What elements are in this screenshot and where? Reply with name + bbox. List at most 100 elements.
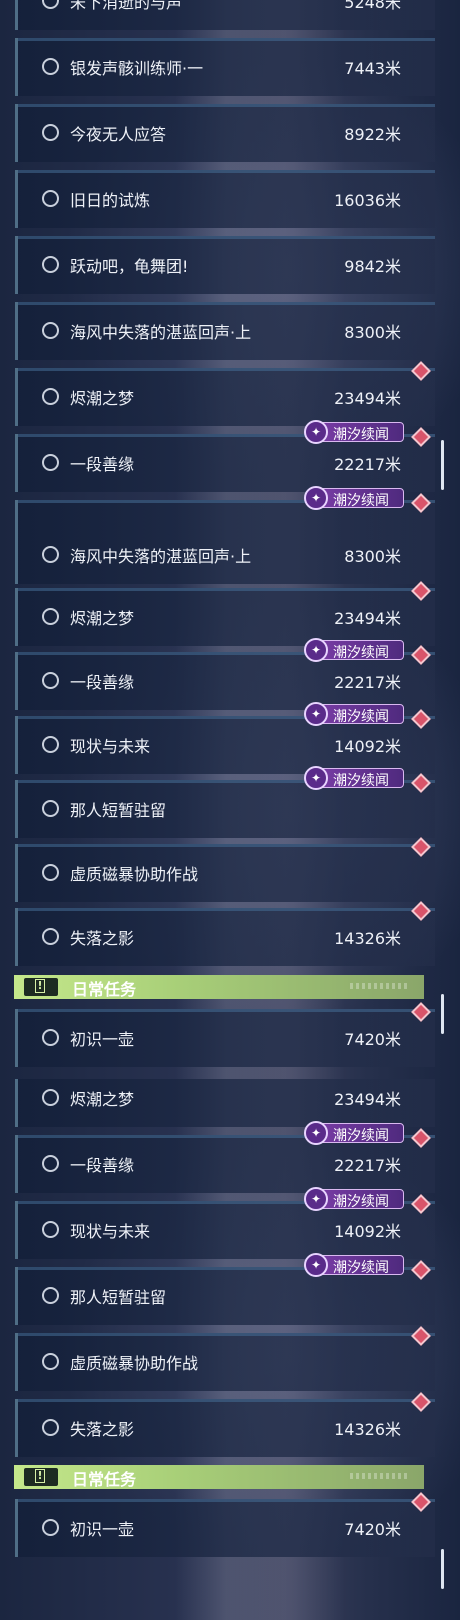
quest-name: 烬潮之梦 [70,609,135,628]
scrollbar-thumb[interactable] [441,440,444,490]
circle-outline-icon [42,672,59,689]
quest-name: 烬潮之梦 [70,1090,135,1109]
quest-row[interactable]: 未下消逝的与声 5248米 [15,0,435,30]
tag-label: 潮汐续闻 [333,773,389,789]
quest-name: 虚质磁暴协助作战 [70,1354,199,1373]
tide-story-tag: ✦ 潮汐续闻 [304,702,404,726]
circle-outline-icon [42,736,59,753]
quest-distance: 14326米 [334,1420,401,1439]
quest-row[interactable]: 跃动吧，龟舞团! 9842米 [15,236,435,294]
quest-list-panel-2: 海风中失落的湛蓝回声·上 8300米 烬潮之梦 23494米 ✦ 潮汐续闻 一段… [0,538,460,1079]
daily-header-label: 日常任务 [72,1470,137,1489]
quest-row[interactable]: 今夜无人应答 8922米 [15,104,435,162]
tag-label: 潮汐续闻 [333,1260,389,1276]
circle-outline-icon [42,800,59,817]
diamond-marker-icon [411,1128,431,1148]
quest-row[interactable]: 烬潮之梦 23494米 [15,1079,435,1127]
scrollbar-thumb[interactable] [441,994,444,1034]
circle-outline-icon [42,928,59,945]
quest-name: 初识一壶 [70,1030,135,1049]
quest-name: 现状与未来 [70,737,151,756]
quest-row[interactable]: 虚质磁暴协助作战 [15,837,435,902]
quest-row[interactable]: ✦ 潮汐续闻 一段善缘 22217米 [15,420,435,492]
diamond-marker-icon [411,1194,431,1214]
circle-outline-icon [42,1089,59,1106]
tide-badge-icon: ✦ [304,420,328,444]
circle-outline-icon [42,322,59,339]
quest-row[interactable]: ✦ 潮汐续闻 现状与未来 14092米 [15,702,435,774]
tide-badge-icon: ✦ [304,702,328,726]
quest-row[interactable]: 初识一壶 7420米 [15,1002,435,1067]
quest-distance: 22217米 [334,455,401,474]
quest-row[interactable]: 失落之影 14326米 [15,901,435,966]
circle-outline-icon [42,1287,59,1304]
circle-outline-icon [42,1221,59,1238]
tag-label: 潮汐续闻 [333,709,389,725]
quest-name: 虚质磁暴协助作战 [70,865,199,884]
circle-outline-icon [42,608,59,625]
quest-distance: 16036米 [334,191,401,210]
quest-name: 失落之影 [70,929,135,948]
quest-name: 烬潮之梦 [70,389,135,408]
tide-badge-icon: ✦ [304,638,328,662]
tide-badge-icon: ✦ [304,766,328,790]
circle-outline-icon [42,1029,59,1046]
quest-row[interactable]: 烬潮之梦 23494米 [15,361,435,426]
quest-row[interactable]: 烬潮之梦 23494米 [15,581,435,646]
tide-story-tag: ✦ 潮汐续闻 [304,638,404,662]
daily-quests-header[interactable]: ! 日常任务 [14,1465,424,1489]
tag-label: 潮汐续闻 [333,493,389,509]
scrollbar-thumb[interactable] [441,1549,444,1589]
quest-row[interactable]: ✦ 潮汐续闻 一段善缘 22217米 [15,1121,435,1193]
quest-name: 银发声骸训练师·一 [70,59,204,78]
diamond-marker-icon [411,901,431,921]
quest-row[interactable]: 旧日的试炼 16036米 [15,170,435,228]
tide-badge-icon: ✦ [304,1187,328,1211]
diamond-marker-icon [411,1326,431,1346]
quest-distance: 7443米 [344,59,401,78]
circle-outline-icon [42,1155,59,1172]
quest-row[interactable]: ✦ 潮汐续闻 现状与未来 14092米 [15,1187,435,1259]
quest-name: 跃动吧，龟舞团! [70,257,189,276]
quest-distance: 9842米 [344,257,401,276]
quest-distance: 8300米 [344,323,401,342]
circle-outline-icon [42,190,59,207]
quest-row[interactable]: ✦ 潮汐续闻 [15,486,435,538]
quest-row[interactable]: 初识一壶 7420米 [15,1492,435,1557]
quest-distance: 7420米 [344,1030,401,1049]
circle-outline-icon [42,1519,59,1536]
diamond-marker-icon [411,1002,431,1022]
quest-distance: 23494米 [334,389,401,408]
tag-label: 潮汐续闻 [333,645,389,661]
circle-outline-icon [42,864,59,881]
diamond-marker-icon [411,581,431,601]
quest-name: 一段善缘 [70,455,135,474]
quest-row[interactable]: 虚质磁暴协助作战 [15,1326,435,1391]
diamond-marker-icon [411,773,431,793]
circle-outline-icon [42,1419,59,1436]
quest-distance: 23494米 [334,609,401,628]
quest-distance: 14326米 [334,929,401,948]
circle-outline-icon [42,0,59,9]
quest-distance: 7420米 [344,1520,401,1539]
quest-row[interactable]: 银发声骸训练师·一 7443米 [15,38,435,96]
diamond-marker-icon [411,1492,431,1512]
quest-list-panel-1: 未下消逝的与声 5248米 银发声骸训练师·一 7443米 今夜无人应答 892… [0,0,460,538]
quest-distance: 14092米 [334,1222,401,1241]
quest-name: 那人短暂驻留 [70,801,167,820]
diamond-marker-icon [411,427,431,447]
tag-label: 潮汐续闻 [333,427,389,443]
exclamation-icon: ! [24,1468,58,1486]
daily-quests-header[interactable]: ! 日常任务 [14,975,424,999]
quest-name: 初识一壶 [70,1520,135,1539]
quest-row[interactable]: 海风中失落的湛蓝回声·上 8300米 [15,302,435,360]
tide-story-tag: ✦ 潮汐续闻 [304,420,404,444]
tide-story-tag: ✦ 潮汐续闻 [304,486,404,510]
quest-row[interactable]: 海风中失落的湛蓝回声·上 8300米 [15,538,435,584]
quest-distance: 22217米 [334,1156,401,1175]
quest-row[interactable]: ✦ 潮汐续闻 一段善缘 22217米 [15,638,435,710]
quest-row[interactable]: ✦ 潮汐续闻 那人短暂驻留 [15,766,435,838]
tide-badge-icon: ✦ [304,1121,328,1145]
quest-row[interactable]: ✦ 潮汐续闻 那人短暂驻留 [15,1253,435,1325]
quest-row[interactable]: 失落之影 14326米 [15,1392,435,1457]
